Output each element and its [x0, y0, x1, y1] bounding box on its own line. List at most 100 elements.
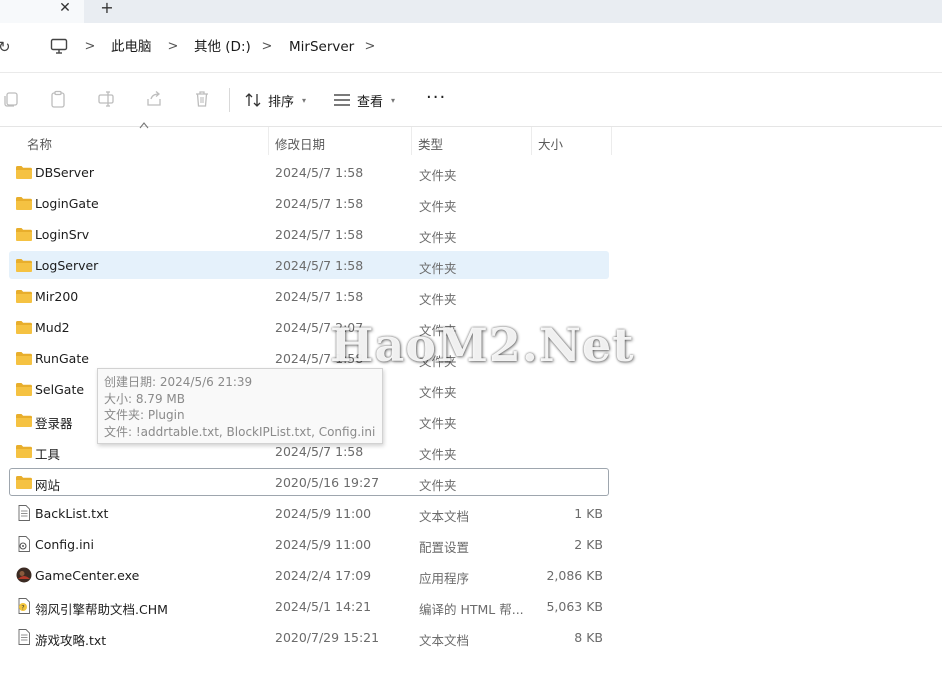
help-file-icon: ? — [15, 598, 33, 614]
this-pc-icon[interactable] — [50, 38, 68, 55]
new-tab-icon[interactable]: + — [99, 0, 115, 18]
file-row[interactable]: Mir200 2024/5/7 1:58 文件夹 — [9, 282, 609, 310]
view-icon — [334, 94, 350, 106]
breadcrumb-drive-d[interactable]: 其他 (D:) — [194, 37, 251, 57]
file-date: 2024/5/1 14:21 — [275, 599, 372, 614]
folder-icon — [15, 350, 33, 366]
tooltip-created: 创建日期: 2024/5/6 21:39 — [104, 375, 253, 389]
close-tab-icon[interactable]: ✕ — [57, 0, 73, 18]
file-type: 文件夹 — [419, 230, 457, 245]
breadcrumb-separator[interactable]: > — [167, 37, 179, 57]
file-date: 2024/5/7 1:58 — [275, 444, 364, 459]
text-file-icon — [15, 629, 33, 645]
breadcrumb-this-pc[interactable]: 此电脑 — [111, 37, 152, 57]
file-row[interactable]: LoginGate 2024/5/7 1:58 文件夹 — [9, 189, 609, 217]
file-name: RunGate — [35, 351, 89, 366]
folder-icon — [15, 257, 33, 273]
share-icon[interactable] — [145, 90, 163, 108]
folder-icon — [15, 412, 33, 428]
file-name: 翎风引擎帮助文档.CHM — [35, 602, 168, 617]
file-row[interactable]: 网站 2020/5/16 19:27 文件夹 — [9, 468, 609, 496]
file-name: LoginGate — [35, 196, 99, 211]
file-date: 2024/5/7 1:58 — [275, 196, 364, 211]
view-label: 查看 — [357, 94, 384, 110]
file-row[interactable]: LogServer 2024/5/7 1:58 文件夹 — [9, 251, 609, 279]
folder-icon — [15, 443, 33, 459]
folder-icon — [15, 381, 33, 397]
folder-icon — [15, 319, 33, 335]
file-size: 1 KB — [574, 506, 603, 521]
column-header-name[interactable]: 名称 — [27, 134, 52, 153]
column-divider[interactable] — [411, 127, 412, 155]
column-header-row: 名称 修改日期 类型 大小 — [0, 127, 612, 155]
breadcrumb-separator[interactable]: > — [364, 37, 376, 57]
file-row[interactable]: GameCenter.exe 2024/2/4 17:09 应用程序 2,086 KB — [9, 561, 609, 589]
column-divider[interactable] — [531, 127, 532, 155]
file-date: 2024/5/7 1:58 — [275, 258, 364, 273]
folder-icon — [15, 164, 33, 180]
file-type: 文件夹 — [419, 261, 457, 276]
file-size: 5,063 KB — [546, 599, 603, 614]
file-row[interactable]: Config.ini 2024/5/9 11:00 配置设置 2 KB — [9, 530, 609, 558]
file-date: 2024/5/7 1:58 — [275, 165, 364, 180]
column-header-size[interactable]: 大小 — [538, 134, 563, 153]
tooltip-files: 文件: !addrtable.txt, BlockIPList.txt, Con… — [104, 424, 376, 439]
file-type: 文本文档 — [419, 633, 470, 648]
tooltip-size: 大小: 8.79 MB — [104, 391, 185, 406]
folder-icon — [15, 288, 33, 304]
file-name: DBServer — [35, 165, 94, 180]
file-name: GameCenter.exe — [35, 568, 140, 583]
file-type: 编译的 HTML 帮... — [419, 602, 524, 617]
file-name: Config.ini — [35, 537, 94, 552]
paste-icon[interactable] — [49, 90, 67, 108]
column-header-type[interactable]: 类型 — [418, 134, 443, 153]
folder-icon — [15, 195, 33, 211]
watermark: HaoM2.Net — [330, 318, 635, 372]
tab-strip: ✕ + — [0, 0, 942, 23]
sort-label: 排序 — [268, 94, 295, 110]
view-button[interactable]: 查看 ▾ — [333, 87, 395, 113]
text-file-icon — [15, 505, 33, 521]
file-date: 2024/2/4 17:09 — [275, 568, 372, 583]
file-row[interactable]: 游戏攻略.txt 2020/7/29 15:21 文本文档 8 KB — [9, 623, 609, 651]
file-row[interactable]: LoginSrv 2024/5/7 1:58 文件夹 — [9, 220, 609, 248]
app-icon — [15, 567, 33, 583]
file-type: 文件夹 — [419, 447, 457, 462]
sort-button[interactable]: 排序 ▾ — [244, 87, 306, 113]
breadcrumb-mirserver[interactable]: MirServer — [289, 37, 354, 57]
breadcrumb-separator[interactable]: > — [261, 37, 273, 57]
chevron-down-icon: ▾ — [302, 95, 307, 105]
file-row[interactable]: ? 翎风引擎帮助文档.CHM 2024/5/1 14:21 编译的 HTML 帮...… — [9, 592, 609, 620]
refresh-icon[interactable]: ↻ — [0, 37, 16, 57]
file-type: 文件夹 — [419, 478, 457, 493]
column-divider[interactable] — [611, 127, 612, 155]
svg-text:?: ? — [21, 604, 24, 611]
column-header-date[interactable]: 修改日期 — [275, 134, 325, 153]
file-row[interactable]: BackList.txt 2024/5/9 11:00 文本文档 1 KB — [9, 499, 609, 527]
column-divider[interactable] — [268, 127, 269, 155]
active-tab[interactable]: ✕ — [0, 0, 84, 23]
delete-icon[interactable] — [193, 90, 211, 108]
breadcrumb-separator[interactable]: > — [84, 37, 96, 57]
file-name: 游戏攻略.txt — [35, 633, 107, 648]
chevron-down-icon: ▾ — [391, 95, 396, 105]
file-name: 登录器 — [35, 416, 73, 431]
file-type: 文件夹 — [419, 385, 457, 400]
more-options-icon[interactable]: ··· — [426, 87, 448, 113]
file-type: 应用程序 — [419, 571, 470, 586]
folder-icon — [15, 474, 33, 490]
rename-icon[interactable] — [97, 90, 115, 108]
file-date: 2020/7/29 15:21 — [275, 630, 380, 645]
file-name: LoginSrv — [35, 227, 90, 242]
copy-icon[interactable] — [2, 90, 20, 108]
file-date: 2024/5/7 1:58 — [275, 227, 364, 242]
address-bar: ↻ > 此电脑 > 其他 (D:) > MirServer > — [0, 23, 942, 73]
file-type: 配置设置 — [419, 540, 470, 555]
file-name: BackList.txt — [35, 506, 109, 521]
file-row[interactable]: DBServer 2024/5/7 1:58 文件夹 — [9, 158, 609, 186]
file-type: 文件夹 — [419, 416, 457, 431]
command-bar: 排序 ▾ 查看 ▾ ··· — [0, 74, 942, 127]
file-date: 2024/5/7 1:58 — [275, 289, 364, 304]
file-name: SelGate — [35, 382, 85, 397]
file-type: 文件夹 — [419, 292, 457, 307]
